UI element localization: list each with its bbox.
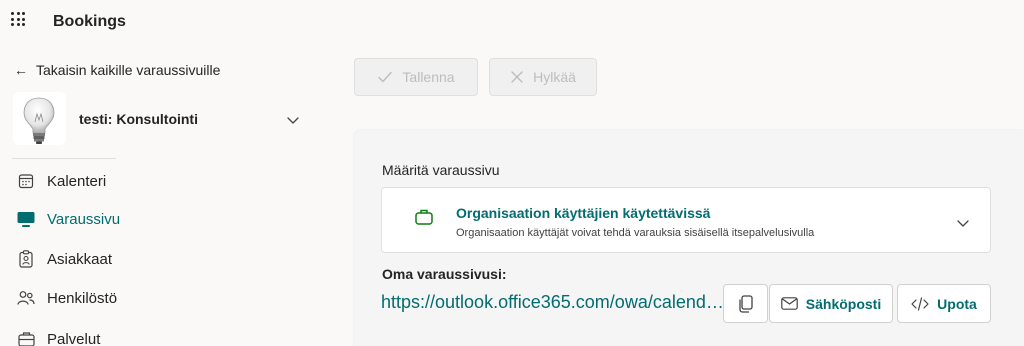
sidebar-item-label: Palvelut: [47, 330, 101, 346]
embed-button[interactable]: Upota: [897, 284, 991, 323]
discard-button[interactable]: Hylkää: [489, 58, 597, 96]
code-icon: [911, 296, 929, 311]
sidebar-item-henkilosto[interactable]: Henkilöstö: [17, 287, 117, 309]
booking-page-url-link[interactable]: https://outlook.office365.com/owa/calend…: [381, 292, 724, 313]
sidebar-item-asiakkaat[interactable]: Asiakkaat: [17, 248, 112, 270]
booking-page-avatar: [13, 92, 66, 145]
access-level-dropdown[interactable]: Organisaation käyttäjien käytettävissä O…: [381, 187, 991, 253]
app-title: Bookings: [53, 13, 126, 30]
booking-page-name: testi: Konsultointi: [79, 111, 198, 127]
email-button-label: Sähköposti: [805, 295, 882, 312]
section-label: Määritä varaussivu: [382, 162, 500, 178]
email-button[interactable]: Sähköposti: [769, 284, 893, 323]
sidebar-divider: [12, 158, 116, 159]
lightbulb-icon: [23, 97, 55, 144]
sidebar-item-label: Kalenteri: [47, 172, 107, 190]
calendar-icon: [17, 172, 35, 190]
sidebar-item-label: Varaussivu: [47, 210, 121, 228]
back-to-booking-pages-link[interactable]: ← Takaisin kaikille varaussivuille: [14, 62, 220, 78]
sidebar-item-palvelut[interactable]: Palvelut: [17, 328, 100, 346]
discard-button-label: Hylkää: [533, 69, 576, 85]
top-bar: Bookings: [0, 0, 1024, 44]
contact-card-icon: [17, 250, 35, 268]
briefcase-icon: [415, 208, 433, 231]
app-launcher-icon[interactable]: [11, 12, 25, 26]
sidebar-item-varaussivu[interactable]: Varaussivu: [17, 208, 120, 230]
arrow-left-icon: ←: [14, 62, 28, 78]
briefcase-icon: [17, 330, 35, 346]
copy-url-button[interactable]: [723, 284, 768, 323]
sidebar-item-label: Asiakkaat: [47, 250, 113, 268]
sidebar-item-kalenteri[interactable]: Kalenteri: [17, 170, 106, 192]
sidebar-item-label: Henkilöstö: [47, 289, 118, 307]
copy-icon: [738, 294, 754, 313]
save-button-label: Tallenna: [402, 69, 455, 85]
dismiss-icon: [510, 70, 524, 84]
embed-button-label: Upota: [937, 295, 977, 312]
save-button[interactable]: Tallenna: [354, 58, 478, 96]
own-page-label: Oma varaussivusi:: [382, 266, 507, 282]
chevron-down-icon: [955, 215, 971, 236]
mail-icon: [780, 297, 798, 310]
access-level-description: Organisaation käyttäjät voivat tehdä var…: [456, 227, 815, 239]
back-link-label: Takaisin kaikille varaussivuille: [36, 62, 221, 78]
monitor-icon: [17, 210, 35, 228]
people-icon: [17, 289, 35, 307]
checkmark-icon: [377, 69, 393, 85]
access-level-title: Organisaation käyttäjien käytettävissä: [456, 205, 711, 221]
chevron-down-icon[interactable]: [285, 112, 301, 128]
